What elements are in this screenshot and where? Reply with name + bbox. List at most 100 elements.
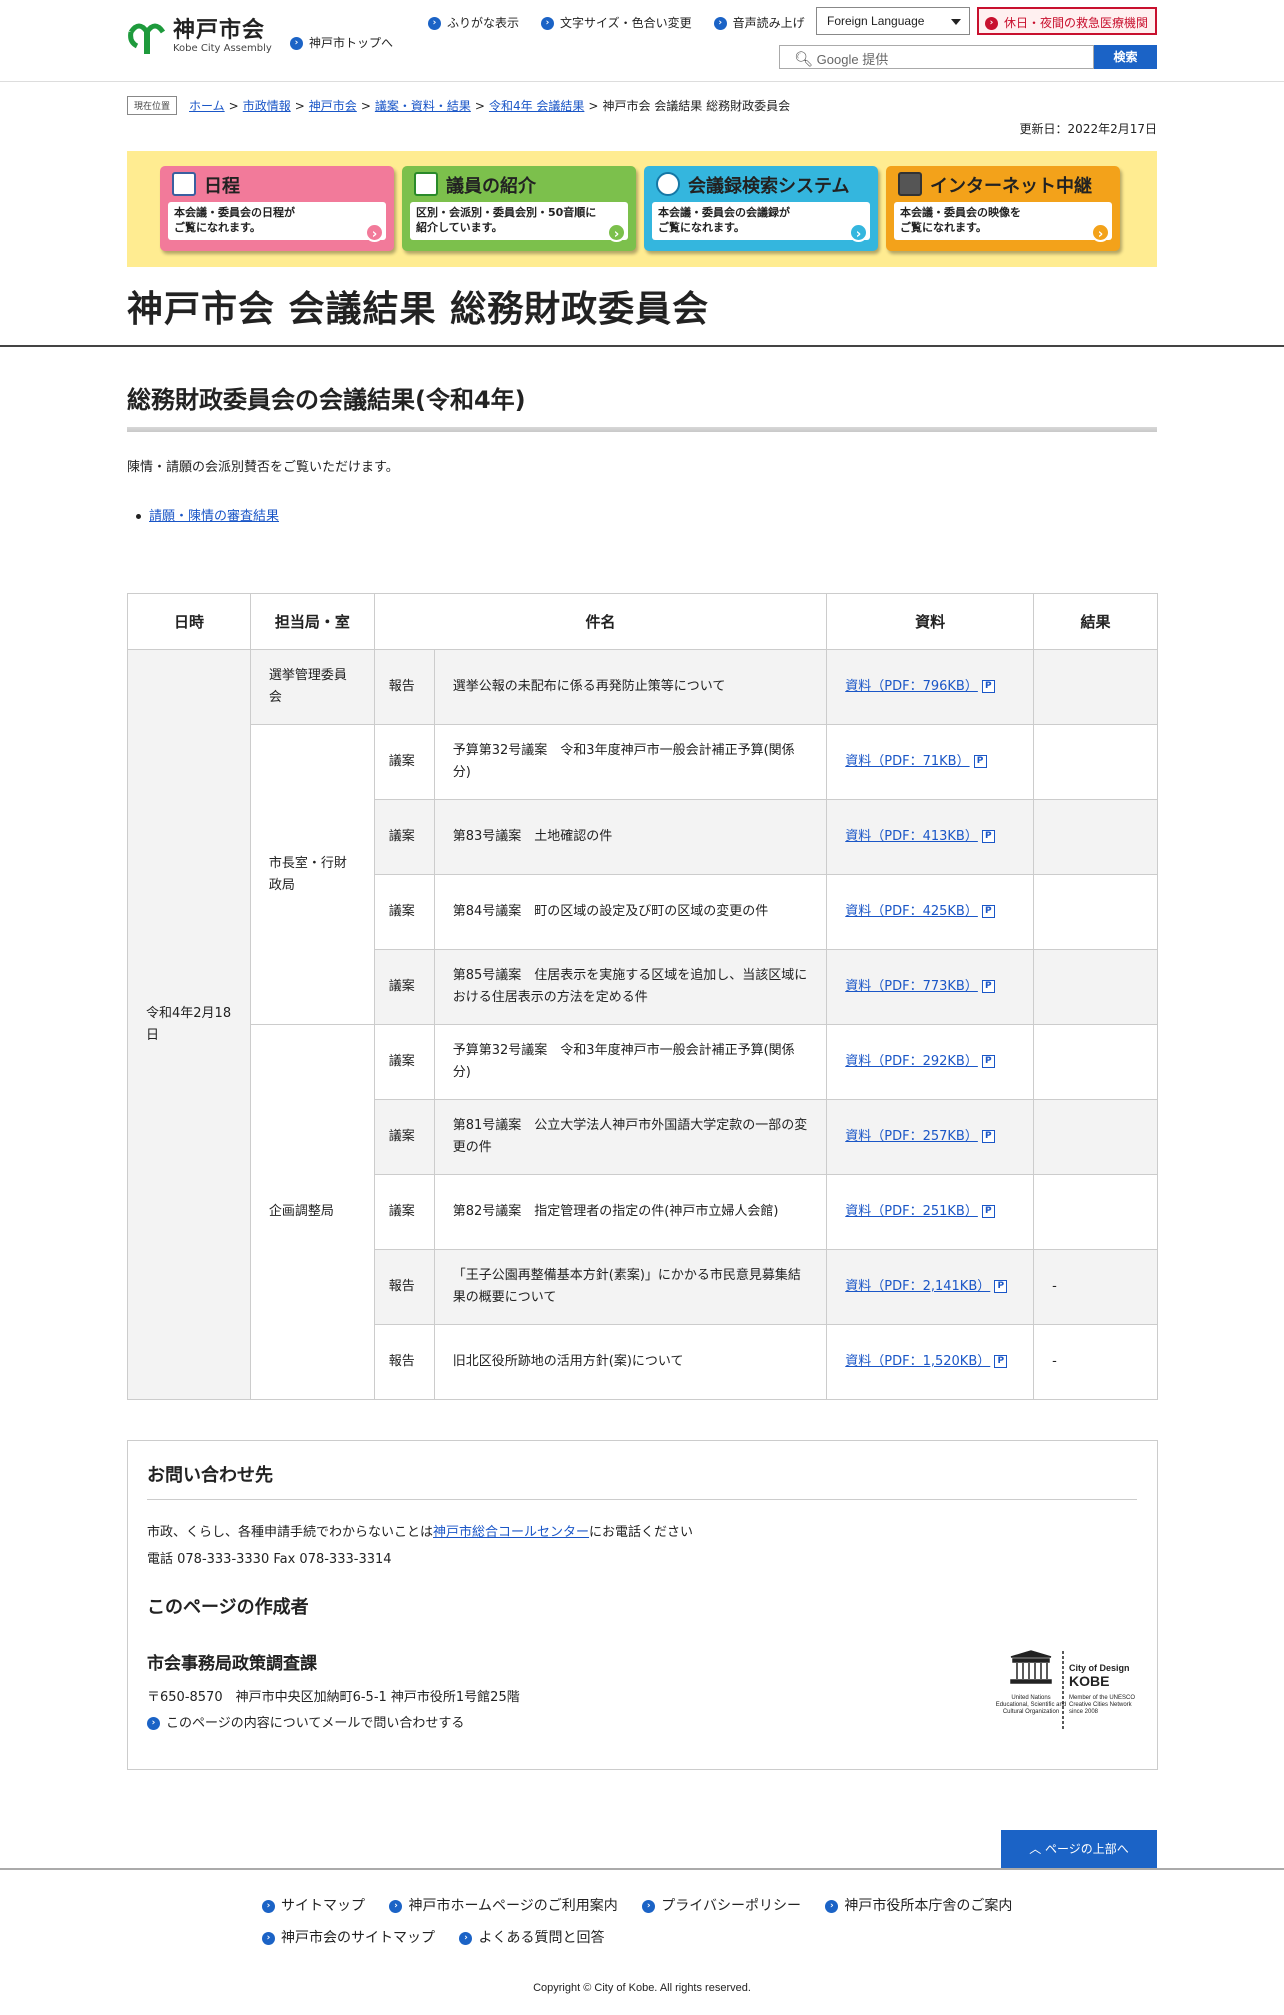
furigana-link[interactable]: › ふりがな表示 <box>428 14 519 31</box>
dept-cell: 選挙管理委員会 <box>249 649 375 725</box>
pdf-document-link[interactable]: 資料（PDF：413KB） P <box>845 829 995 844</box>
bullet-icon <box>136 514 141 519</box>
item-type-cell: 報告 <box>373 1324 435 1400</box>
banner-members[interactable]: 議員の紹介 区別・会派別・委員会別・50音順に 紹介しています。 › <box>402 166 636 251</box>
arrow-right-icon: › <box>541 17 555 30</box>
footer-divider <box>0 1868 1284 1870</box>
pdf-link-label: 資料（PDF：71KB） <box>845 754 970 769</box>
subject-cell: 第84号議案 町の区域の設定及び町の区域の変更の件 <box>433 874 828 950</box>
contact-heading: お問い合わせ先 <box>147 1465 273 1486</box>
magnifier-icon <box>656 172 680 196</box>
document-cell: 資料（PDF：257KB） P <box>826 1099 1035 1175</box>
result-cell <box>1033 1174 1158 1250</box>
contact-divider <box>147 1499 1137 1500</box>
document-cell: 資料（PDF：251KB） P <box>826 1174 1035 1250</box>
header-date: 日時 <box>127 593 251 650</box>
search-input[interactable]: 🔍︎ Google 提供 <box>779 45 1094 69</box>
subject-cell: 第85号議案 住居表示を実施する区域を追加し、当該区域における住居表示の方法を定… <box>433 949 828 1025</box>
footer-link-label: プライバシーポリシー <box>661 1898 801 1914</box>
logo-title: 神戸市会 <box>173 18 266 43</box>
pdf-document-link[interactable]: 資料（PDF：71KB） P <box>845 754 987 769</box>
language-select[interactable]: Foreign Language <box>816 7 970 35</box>
footer-link-cityhall[interactable]: › 神戸市役所本庁舎のご案内 <box>825 1890 1012 1922</box>
table-row: 企画調整局 議案 予算第32号議案 令和3年度神戸市一般会計補正予算(関係分) 資料（… <box>128 1024 1158 1400</box>
breadcrumb-shikai[interactable]: 神戸市会 <box>309 97 357 114</box>
result-cell <box>1033 724 1158 800</box>
document-cell: 資料（PDF：71KB） P <box>826 724 1035 800</box>
footer-link-guide[interactable]: › 神戸市ホームページのご利用案内 <box>389 1890 618 1922</box>
calendar-icon <box>172 172 196 196</box>
result-cell <box>1033 649 1158 725</box>
pdf-document-link[interactable]: 資料（PDF：425KB） P <box>845 904 995 919</box>
item-type-cell: 報告 <box>373 649 435 725</box>
breadcrumb-results[interactable]: 令和4年 会議結果 <box>489 97 584 114</box>
breadcrumb-gian[interactable]: 議案・資料・結果 <box>375 97 471 114</box>
pdf-document-link[interactable]: 資料（PDF：2,141KB） P <box>845 1279 1008 1294</box>
item-type-cell: 議案 <box>373 1174 435 1250</box>
pdf-file-icon: P <box>981 905 995 918</box>
font-size-link[interactable]: › 文字サイズ・色合い変更 <box>541 14 692 31</box>
updated-date: 更新日：2022年2月17日 <box>1019 122 1157 136</box>
pdf-link-label: 資料（PDF：257KB） <box>845 1129 978 1144</box>
pdf-file-icon: P <box>994 1355 1008 1368</box>
footer-link-sitemap[interactable]: › サイトマップ <box>262 1890 365 1922</box>
arrow-right-icon: › <box>459 1931 473 1945</box>
pdf-link-label: 資料（PDF：425KB） <box>845 904 978 919</box>
utility-nav: › ふりがな表示 › 文字サイズ・色合い変更 › 音声読み上げ <box>428 14 805 31</box>
breadcrumb-sep: > <box>360 98 371 113</box>
banner-internet-broadcast[interactable]: インターネット中継 本会議・委員会の映像を ご覧になれます。 › <box>886 166 1120 251</box>
dept-cell: 市長室・行財政局 <box>249 724 375 1025</box>
header-result: 結果 <box>1033 593 1158 650</box>
petition-results-link[interactable]: 請願・陳情の審査結果 <box>149 509 279 524</box>
subject-cell: 選挙公報の未配布に係る再発防止策等について <box>433 649 828 725</box>
arrow-right-icon: › <box>262 1931 275 1945</box>
kobe-top-link[interactable]: › 神戸市トップへ <box>290 34 393 51</box>
breadcrumb-sep: > <box>228 98 239 113</box>
pdf-document-link[interactable]: 資料（PDF：1,520KB） P <box>845 1354 1008 1369</box>
footer-link-privacy[interactable]: › プライバシーポリシー <box>642 1890 801 1922</box>
speech-link[interactable]: › 音声読み上げ <box>713 14 805 31</box>
contact-text: 市政、くらし、各種申請手続でわからないことは神戸市総合コールセンターにお電話くだ… <box>147 1521 693 1540</box>
pdf-file-icon: P <box>981 680 995 693</box>
banner-schedule[interactable]: 日程 本会議・委員会の日程が ご覧になれます。 › <box>160 166 394 251</box>
banner-minutes-search[interactable]: 会議録検索システム 本会議・委員会の会議録が ご覧になれます。 › <box>644 166 878 251</box>
result-cell: - <box>1033 1249 1158 1325</box>
emergency-medical-link[interactable]: › 休日・夜間の救急医療機関 <box>977 7 1157 35</box>
pdf-document-link[interactable]: 資料（PDF：251KB） P <box>845 1204 995 1219</box>
breadcrumb-current: 神戸市会 会議結果 総務財政委員会 <box>602 99 791 113</box>
subject-cell: 予算第32号議案 令和3年度神戸市一般会計補正予算(関係分) <box>433 1024 828 1100</box>
back-to-top-button[interactable]: ︿ ページの上部へ <box>1001 1830 1157 1868</box>
site-logo[interactable]: 神戸市会 Kobe City Assembly <box>127 18 272 56</box>
header-dept: 担当局・室 <box>249 593 375 650</box>
footer-link-label: サイトマップ <box>281 1898 365 1914</box>
pdf-document-link[interactable]: 資料（PDF：257KB） P <box>845 1129 995 1144</box>
pdf-document-link[interactable]: 資料（PDF：773KB） P <box>845 979 995 994</box>
footer-link-assembly-sitemap[interactable]: › 神戸市会のサイトマップ <box>262 1922 435 1954</box>
pdf-file-icon: P <box>981 830 995 843</box>
footer-nav: › サイトマップ › 神戸市ホームページのご利用案内 › プライバシーポリシー › 神戸… <box>262 1890 1062 1954</box>
kobe-logo-icon <box>128 23 166 54</box>
mail-inquiry-link[interactable]: › このページの内容についてメールで問い合わせする <box>147 1712 464 1731</box>
breadcrumb-shisei[interactable]: 市政情報 <box>243 97 291 114</box>
footer-link-faq[interactable]: › よくある質問と回答 <box>459 1922 604 1954</box>
arrow-right-icon: › <box>642 1899 656 1913</box>
pdf-document-link[interactable]: 資料（PDF：796KB） P <box>845 679 995 694</box>
banner-title: 議員の紹介 <box>446 176 536 197</box>
contact-text-pre: 市政、くらし、各種申請手続でわからないことは <box>147 1525 434 1540</box>
pdf-file-icon: P <box>981 980 995 993</box>
arrow-right-icon: › <box>290 37 303 50</box>
petition-results-item: 請願・陳情の審査結果 <box>136 505 279 524</box>
pdf-document-link[interactable]: 資料（PDF：292KB） P <box>845 1054 995 1069</box>
pdf-link-label: 資料（PDF：251KB） <box>845 1204 978 1219</box>
banner-desc: 区別・会派別・委員会別・50音順に 紹介しています。 <box>410 202 628 240</box>
breadcrumb-home[interactable]: ホーム <box>189 97 225 114</box>
result-cell <box>1033 1024 1158 1100</box>
search-button[interactable]: 検索 <box>1094 45 1157 69</box>
document-cell: 資料（PDF：2,141KB） P <box>826 1249 1035 1325</box>
document-cell: 資料（PDF：292KB） P <box>826 1024 1035 1100</box>
breadcrumb-sep: > <box>474 98 485 113</box>
banner-title: インターネット中継 <box>930 176 1092 197</box>
header-docs: 資料 <box>826 593 1035 650</box>
unesco-org-1: United Nations <box>1011 1695 1050 1701</box>
call-center-link[interactable]: 神戸市総合コールセンター <box>433 1525 589 1540</box>
